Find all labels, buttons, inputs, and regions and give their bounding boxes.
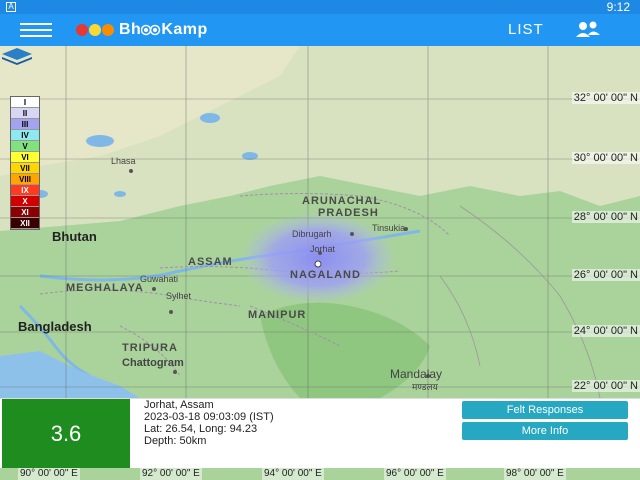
brand-suffix: Kamp [161,21,208,38]
latitude-label: 28° 00' 00" N [571,211,640,223]
city-label-mandalay: Mandalay [390,367,443,381]
city-label-jorhat: Jorhat [310,244,336,254]
city-label-dibrugarh: Dibrugarh [292,229,332,239]
logo-dots [76,24,115,36]
intensity-legend: I II III IV V VI VII VIII IX X XI XII [10,96,40,230]
legend-item-vii: VII [11,163,39,174]
city-label-sylhet: Sylhet [166,291,192,301]
legend-item-iv: IV [11,130,39,141]
notification-icon: A [6,2,16,12]
event-coordinates: Lat: 26.54, Long: 94.23 [144,423,258,435]
state-label-arunachal: ARUNACHAL [302,195,382,207]
brand-prefix: Bh [119,21,142,38]
epicenter-marker[interactable] [314,260,322,268]
legend-item-xi: XI [11,207,39,218]
longitude-label: 94° 00' 00" E [262,468,324,480]
people-icon[interactable] [574,20,602,40]
latitude-label: 22° 00' 00" N [571,380,640,392]
city-label-mandalay-script: मण्डलय [412,382,438,392]
magnitude-badge[interactable]: 3.6 [2,399,130,469]
logo-dot-yellow [89,24,101,36]
legend-item-iii: III [11,119,39,130]
longitude-label: 98° 00' 00" E [504,468,566,480]
country-label-bhutan: Bhutan [52,229,97,244]
event-details: Jorhat, Assam 2023-03-18 09:03:09 (IST) … [144,399,274,447]
longitude-label: 96° 00' 00" E [384,468,446,480]
latitude-label: 24° 00' 00" N [571,325,640,337]
more-info-button[interactable]: More Info [462,422,628,440]
legend-item-i: I [11,97,39,108]
map-canvas [0,46,640,398]
hamburger-icon[interactable] [20,23,52,37]
city-label-lhasa: Lhasa [111,156,136,166]
status-time: 9:12 [606,0,630,14]
state-label-manipur: MANIPUR [248,309,307,321]
legend-item-v: V [11,141,39,152]
legend-item-vi: VI [11,152,39,163]
state-label-nagaland: NAGALAND [290,269,361,281]
legend-item-viii: VIII [11,174,39,185]
country-label-bangladesh: Bangladesh [18,319,92,334]
logo-dot-red [76,24,88,36]
logo-dot-orange [102,24,114,36]
city-label-guwahati: Guwahati [140,274,179,284]
event-info-panel: 3.6 Jorhat, Assam 2023-03-18 09:03:09 (I… [0,398,640,469]
longitude-bar: 90° 00' 00" E 92° 00' 00" E 94° 00' 00" … [0,468,640,480]
state-label-meghalaya: MEGHALAYA [66,282,144,294]
layers-icon[interactable] [0,46,34,66]
latitude-label: 30° 00' 00" N [571,152,640,164]
city-label-chattogram: Chattogram [122,357,184,369]
app-bar: Bh Kamp LIST [0,14,640,46]
list-button[interactable]: LIST [508,21,544,38]
status-bar: A 9:12 [0,0,640,14]
legend-item-x: X [11,196,39,207]
event-datetime: 2023-03-18 09:03:09 (IST) [144,411,274,423]
map-view[interactable]: Lhasa ARUNACHAL PRADESH Dibrugarh Tinsuk… [0,46,640,398]
felt-responses-button[interactable]: Felt Responses [462,401,628,419]
event-depth: Depth: 50km [144,435,207,447]
state-label-assam: ASSAM [188,256,233,268]
longitude-label: 92° 00' 00" E [140,468,202,480]
state-label-pradesh: PRADESH [318,207,379,219]
legend-item-xii: XII [11,218,39,229]
legend-item-ix: IX [11,185,39,196]
longitude-label: 90° 00' 00" E [18,468,80,480]
city-label-tinsukia: Tinsukia [372,223,406,233]
latitude-label: 26° 00' 00" N [571,269,640,281]
brand-name: Bh Kamp [119,21,208,39]
state-label-tripura: TRIPURA [122,342,178,354]
event-location: Jorhat, Assam [144,399,214,411]
app-logo: Bh Kamp [76,19,208,41]
latitude-label: 32° 00' 00" N [571,92,640,104]
legend-item-ii: II [11,108,39,119]
globe-icon [141,24,161,36]
